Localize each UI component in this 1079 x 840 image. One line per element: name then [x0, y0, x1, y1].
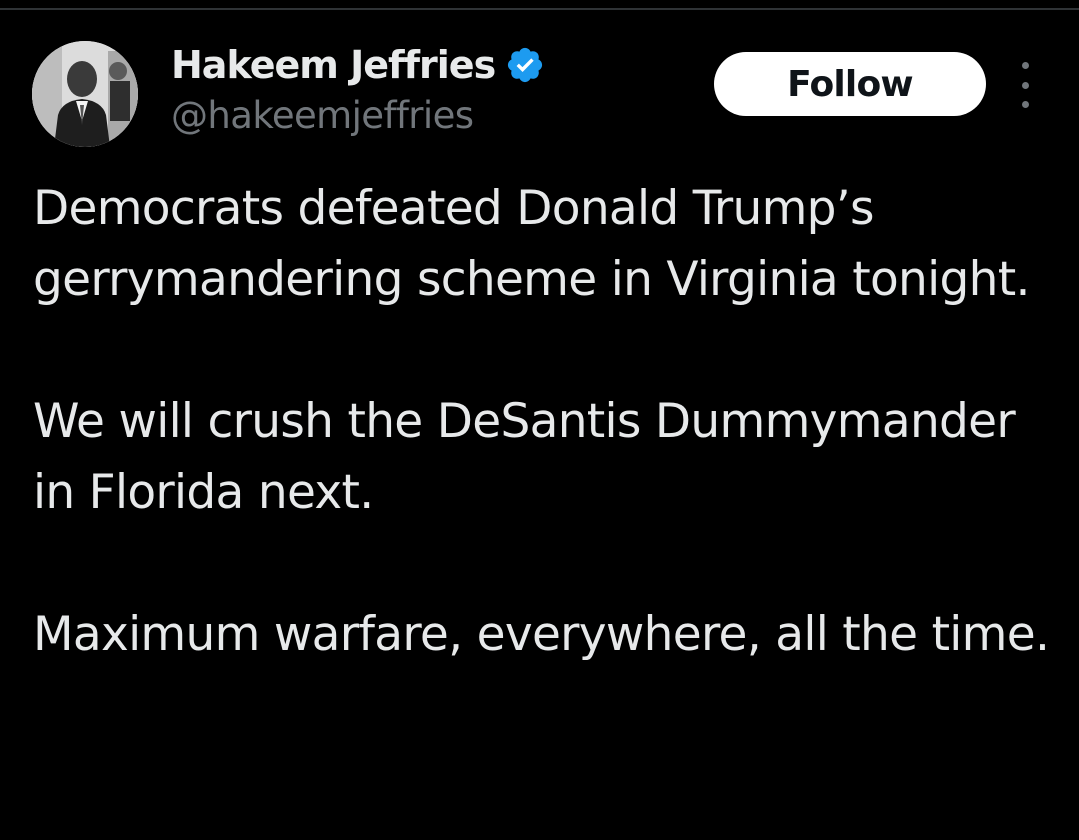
verified-badge-icon[interactable]: [505, 45, 545, 85]
more-dot: [1021, 62, 1029, 69]
top-divider: [0, 8, 1079, 10]
more-vertical-icon[interactable]: [1012, 62, 1038, 108]
avatar-photo: [32, 41, 138, 147]
tweet-paragraph: Maximum warfare, everywhere, all the tim…: [33, 607, 1050, 662]
avatar[interactable]: [32, 41, 138, 147]
author-display-name[interactable]: Hakeem Jeffries: [171, 43, 496, 87]
author-name-row: Hakeem Jeffries: [171, 40, 545, 90]
more-dot: [1021, 81, 1029, 89]
more-dot: [1021, 101, 1029, 108]
tweet-text: Democrats defeated Donald Trump’s gerrym…: [33, 173, 1053, 670]
tweet-paragraph: Democrats defeated Donald Trump’s gerrym…: [33, 181, 1030, 307]
author-handle[interactable]: @hakeemjeffries: [171, 94, 474, 137]
follow-button[interactable]: Follow: [714, 52, 986, 116]
tweet-paragraph: We will crush the DeSantis Dummymander i…: [33, 394, 1016, 520]
